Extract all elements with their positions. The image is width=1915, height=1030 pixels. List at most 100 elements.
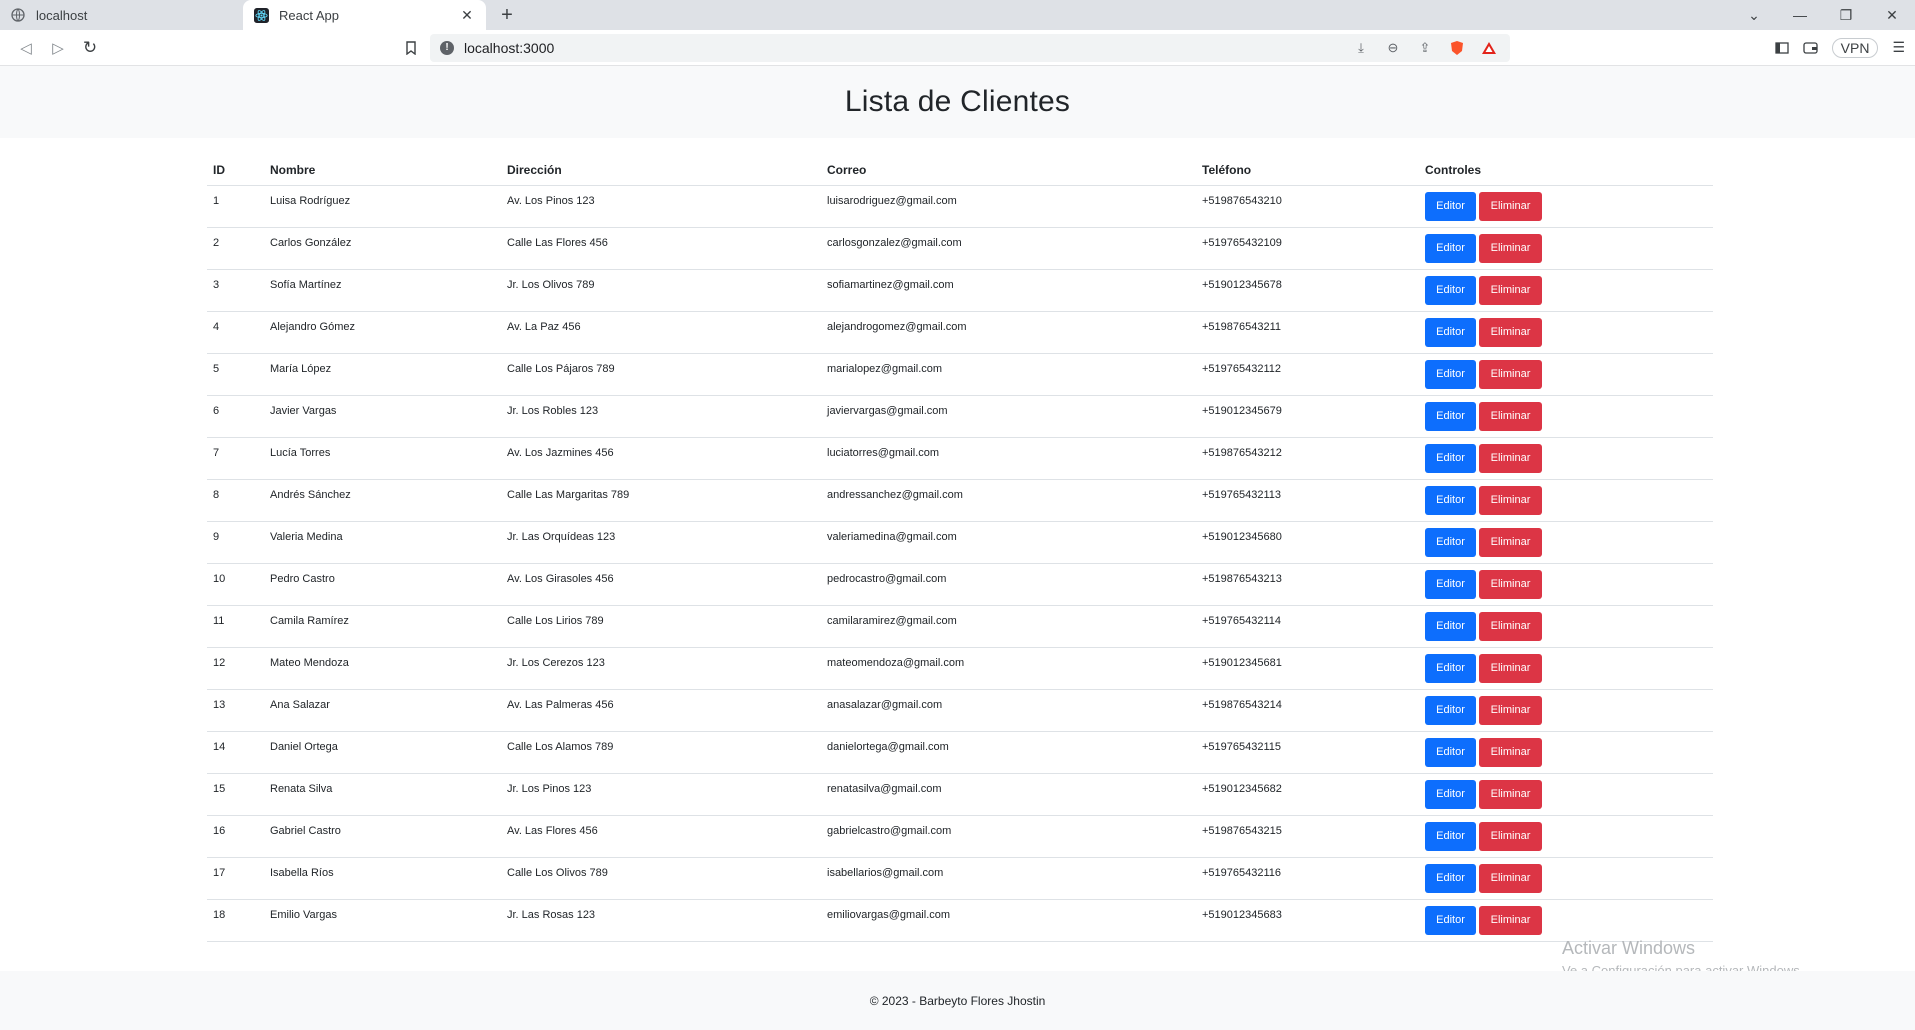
cell-direccion: Calle Los Alamos 789 bbox=[501, 731, 821, 774]
vpn-button[interactable]: VPN bbox=[1831, 37, 1879, 58]
tab-search-icon[interactable]: ⌄ bbox=[1731, 0, 1777, 30]
delete-button[interactable]: Eliminar bbox=[1479, 821, 1542, 851]
install-icon[interactable]: ⤓ bbox=[1350, 37, 1372, 59]
cell-controles: Editor Eliminar bbox=[1419, 185, 1713, 228]
edit-button[interactable]: Editor bbox=[1425, 569, 1476, 599]
cell-nombre: Andrés Sánchez bbox=[264, 479, 501, 522]
delete-button[interactable]: Eliminar bbox=[1479, 863, 1542, 893]
delete-button[interactable]: Eliminar bbox=[1479, 569, 1542, 599]
cell-nombre: Javier Vargas bbox=[264, 395, 501, 438]
cell-id: 11 bbox=[207, 605, 264, 648]
activation-title: Activar Windows bbox=[1562, 938, 1696, 958]
delete-button[interactable]: Eliminar bbox=[1479, 653, 1542, 683]
wallet-icon[interactable] bbox=[1802, 41, 1818, 54]
edit-button[interactable]: Editor bbox=[1425, 317, 1476, 347]
table-row: 16 Gabriel Castro Av. Las Flores 456 gabrie… bbox=[207, 815, 1713, 858]
brave-shield-icon[interactable] bbox=[1446, 37, 1468, 59]
cell-controles: Editor Eliminar bbox=[1419, 521, 1713, 564]
close-tab-icon[interactable]: ✕ bbox=[458, 6, 476, 24]
tab-title: React App bbox=[279, 7, 339, 23]
table-row: 14 Daniel Ortega Calle Los Alamos 789 danie… bbox=[207, 731, 1713, 774]
table-row: 6 Javier Vargas Jr. Los Robles 123 javierva… bbox=[207, 395, 1713, 438]
address-bar[interactable]: ! localhost:3000 ⤓ ⊖ ⇪ bbox=[430, 33, 1510, 62]
delete-button[interactable]: Eliminar bbox=[1479, 191, 1542, 221]
edit-button[interactable]: Editor bbox=[1425, 737, 1476, 767]
delete-button[interactable]: Eliminar bbox=[1479, 527, 1542, 557]
cell-direccion: Jr. Las Orquídeas 123 bbox=[501, 521, 821, 564]
cell-id: 2 bbox=[207, 227, 264, 270]
tab-localhost[interactable]: localhost bbox=[0, 0, 243, 30]
edit-button[interactable]: Editor bbox=[1425, 821, 1476, 851]
delete-button[interactable]: Eliminar bbox=[1479, 905, 1542, 935]
cell-nombre: Ana Salazar bbox=[264, 689, 501, 732]
cell-correo: isabellarios@gmail.com bbox=[821, 857, 1196, 900]
delete-button[interactable]: Eliminar bbox=[1479, 779, 1542, 809]
cell-correo: gabrielcastro@gmail.com bbox=[821, 815, 1196, 858]
edit-button[interactable]: Editor bbox=[1425, 443, 1476, 473]
delete-button[interactable]: Eliminar bbox=[1479, 611, 1542, 641]
delete-button[interactable]: Eliminar bbox=[1479, 695, 1542, 725]
back-icon[interactable]: ◁ bbox=[10, 34, 42, 62]
delete-button[interactable]: Eliminar bbox=[1479, 359, 1542, 389]
delete-button[interactable]: Eliminar bbox=[1479, 485, 1542, 515]
new-tab-icon[interactable]: + bbox=[492, 0, 522, 30]
edit-button[interactable]: Editor bbox=[1425, 611, 1476, 641]
edit-button[interactable]: Editor bbox=[1425, 275, 1476, 305]
edit-button[interactable]: Editor bbox=[1425, 191, 1476, 221]
cell-controles: Editor Eliminar bbox=[1419, 689, 1713, 732]
cell-controles: Editor Eliminar bbox=[1419, 773, 1713, 816]
zoom-icon[interactable]: ⊖ bbox=[1382, 37, 1404, 59]
cell-direccion: Av. Las Palmeras 456 bbox=[501, 689, 821, 732]
cell-direccion: Calle Los Pájaros 789 bbox=[501, 353, 821, 396]
edit-button[interactable]: Editor bbox=[1425, 359, 1476, 389]
column-header-telefono: Teléfono bbox=[1196, 155, 1419, 186]
cell-id: 3 bbox=[207, 269, 264, 312]
restore-icon[interactable]: ❐ bbox=[1823, 0, 1869, 30]
delete-button[interactable]: Eliminar bbox=[1479, 401, 1542, 431]
tab-react-app[interactable]: React App ✕ bbox=[243, 0, 486, 30]
page-footer: © 2023 - Barbeyto Flores Jhostin bbox=[0, 971, 1915, 1030]
delete-button[interactable]: Eliminar bbox=[1479, 443, 1542, 473]
edit-button[interactable]: Editor bbox=[1425, 863, 1476, 893]
edit-button[interactable]: Editor bbox=[1425, 485, 1476, 515]
cell-nombre: Gabriel Castro bbox=[264, 815, 501, 858]
delete-button[interactable]: Eliminar bbox=[1479, 233, 1542, 263]
edit-button[interactable]: Editor bbox=[1425, 527, 1476, 557]
delete-button[interactable]: Eliminar bbox=[1479, 737, 1542, 767]
sidebar-icon[interactable] bbox=[1774, 41, 1789, 54]
url-text[interactable]: localhost:3000 bbox=[464, 40, 1350, 56]
close-window-icon[interactable]: ✕ bbox=[1869, 0, 1915, 30]
cell-correo: valeriamedina@gmail.com bbox=[821, 521, 1196, 564]
edit-button[interactable]: Editor bbox=[1425, 905, 1476, 935]
cell-correo: danielortega@gmail.com bbox=[821, 731, 1196, 774]
edit-button[interactable]: Editor bbox=[1425, 779, 1476, 809]
table-row: 17 Isabella Ríos Calle Los Olivos 789 isabe… bbox=[207, 857, 1713, 900]
edit-button[interactable]: Editor bbox=[1425, 401, 1476, 431]
cell-telefono: +519876543214 bbox=[1196, 689, 1419, 732]
edit-button[interactable]: Editor bbox=[1425, 695, 1476, 725]
share-icon[interactable]: ⇪ bbox=[1414, 37, 1436, 59]
cell-id: 4 bbox=[207, 311, 264, 354]
cell-id: 18 bbox=[207, 899, 264, 942]
cell-correo: javiervargas@gmail.com bbox=[821, 395, 1196, 438]
cell-direccion: Jr. Los Cerezos 123 bbox=[501, 647, 821, 690]
bookmark-icon[interactable] bbox=[396, 34, 426, 62]
cell-id: 1 bbox=[207, 185, 264, 228]
cell-id: 8 bbox=[207, 479, 264, 522]
minimize-icon[interactable]: — bbox=[1777, 0, 1823, 30]
delete-button[interactable]: Eliminar bbox=[1479, 317, 1542, 347]
cell-id: 12 bbox=[207, 647, 264, 690]
edit-button[interactable]: Editor bbox=[1425, 233, 1476, 263]
reload-icon[interactable]: ↻ bbox=[74, 34, 106, 62]
forward-icon[interactable]: ▷ bbox=[42, 34, 74, 62]
edit-button[interactable]: Editor bbox=[1425, 653, 1476, 683]
delete-button[interactable]: Eliminar bbox=[1479, 275, 1542, 305]
brave-rewards-icon[interactable] bbox=[1478, 37, 1500, 59]
cell-correo: marialopez@gmail.com bbox=[821, 353, 1196, 396]
menu-icon[interactable]: ☰ bbox=[1892, 39, 1905, 56]
toolbar-right: VPN ☰ bbox=[1774, 37, 1905, 58]
site-info-icon[interactable]: ! bbox=[440, 40, 454, 55]
cell-telefono: +519765432115 bbox=[1196, 731, 1419, 774]
cell-telefono: +519765432113 bbox=[1196, 479, 1419, 522]
cell-id: 10 bbox=[207, 563, 264, 606]
